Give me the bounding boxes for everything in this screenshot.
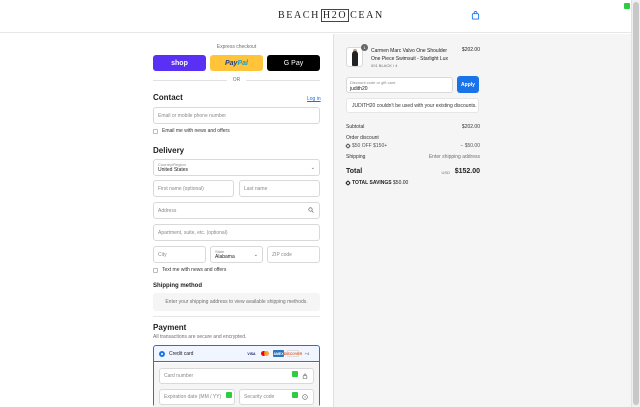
header: BEACH H2O CEAN — [0, 0, 640, 33]
total-label: Total — [346, 168, 363, 175]
shop-pay-button[interactable]: shop — [153, 55, 206, 71]
product-price: $202.00 — [461, 47, 480, 53]
payment-subtitle: All transactions are secure and encrypte… — [153, 334, 247, 340]
search-icon — [308, 207, 314, 213]
paypal-a: Pay — [225, 59, 238, 67]
discount-error-message: JUDITH20 couldn't be used with your exis… — [346, 98, 479, 113]
amex-icon: AMEX — [273, 350, 284, 357]
help-circle-icon[interactable]: ? — [302, 394, 308, 400]
radio-selected-icon[interactable] — [159, 351, 165, 357]
security-code-field[interactable]: Security code ? — [239, 389, 314, 405]
address-field[interactable]: Address — [153, 202, 320, 219]
lock-icon — [302, 373, 308, 379]
page-scrollbar[interactable] — [631, 0, 640, 407]
shipping-row: Shipping Enter shipping address — [346, 154, 480, 160]
google-pay-button[interactable]: G Pay — [267, 55, 320, 71]
currency-code: USD — [441, 170, 450, 175]
discount-value: judith20 — [350, 86, 368, 92]
city-field[interactable]: City — [153, 246, 206, 263]
discount-code-input[interactable]: Discount code or gift card judith20 — [346, 77, 453, 93]
or-divider: OR — [153, 76, 320, 84]
discount-label: Discount code or gift card — [350, 80, 396, 85]
product-thumbnail — [346, 47, 363, 67]
discount-amount: − $50.00 — [460, 143, 480, 149]
product-variant: 001 BLACK / 4 — [371, 63, 398, 68]
chevron-down-icon: ⌄ — [253, 252, 258, 258]
express-checkout-label: Express checkout — [216, 44, 257, 50]
checkbox-box[interactable] — [153, 267, 158, 273]
address-placeholder: Address — [158, 207, 177, 214]
svg-text:?: ? — [304, 395, 306, 399]
email-field[interactable]: Email or mobile phone number — [153, 107, 320, 124]
discover-icon: DISCOVER — [283, 350, 303, 357]
delivery-title: Delivery — [153, 146, 185, 155]
shipping-method-title: Shipping method — [153, 283, 202, 289]
autofill-indicator-icon — [292, 371, 298, 377]
section-divider — [153, 316, 320, 317]
savings-label: TOTAL SAVINGS — [352, 180, 392, 186]
credit-card-option[interactable]: Credit card VISA AMEX DISCOVER +4 — [154, 346, 319, 362]
country-select[interactable]: Country/Region United States ⌄ — [153, 159, 320, 176]
scrollbar-thumb[interactable] — [633, 2, 639, 405]
logo-mid: H2O — [320, 9, 350, 22]
email-news-checkbox[interactable]: Email me with news and offers — [153, 128, 230, 134]
quantity-badge: 1 — [361, 44, 368, 51]
discount-code-row: $50 OFF $150+ − $50.00 — [345, 142, 480, 149]
total-savings: TOTAL SAVINGS $50.00 — [345, 179, 409, 186]
shipping-value: Enter shipping address — [428, 154, 480, 160]
contact-title: Contact — [153, 93, 183, 102]
logo-left: BEACH — [278, 10, 320, 21]
card-number-field[interactable]: Card number — [159, 368, 314, 384]
total-value: $152.00 — [454, 168, 480, 175]
divider-line — [246, 80, 320, 81]
checkout-form: Express checkout shop Pay Pal G Pay OR Co… — [0, 34, 333, 407]
first-name-field[interactable]: First name (optional) — [153, 180, 234, 197]
mastercard-icon — [260, 350, 270, 357]
card-fields: Card number Expiration date (MM / YY) Se… — [154, 363, 319, 407]
apartment-field[interactable]: Apartment, suite, etc. (optional) — [153, 224, 320, 241]
text-news-label: Text me with news and offers — [162, 267, 227, 273]
security-code-placeholder: Security code — [244, 394, 275, 400]
subtotal-row: Subtotal $202.00 — [346, 124, 480, 130]
status-indicator-icon — [624, 3, 630, 9]
zip-field[interactable]: ZIP code — [267, 246, 320, 263]
discount-code: $50 OFF $150+ — [352, 143, 388, 149]
visa-icon: VISA — [247, 351, 256, 356]
logo-right: CEAN — [350, 10, 384, 21]
tag-icon — [345, 142, 351, 149]
credit-card-label: Credit card — [169, 351, 194, 357]
card-number-placeholder: Card number — [164, 373, 194, 379]
country-value: United States — [158, 167, 189, 173]
order-discount-label: Order discount — [346, 135, 379, 141]
chevron-down-icon: ⌄ — [310, 165, 315, 171]
shopping-bag-icon[interactable] — [471, 11, 480, 20]
shipping-label: Shipping — [346, 154, 366, 160]
payment-title: Payment — [153, 323, 187, 332]
autofill-indicator-icon — [292, 392, 298, 398]
order-discount-row: Order discount — [346, 135, 480, 141]
tag-icon — [345, 179, 351, 186]
autofill-indicator-icon — [226, 392, 232, 398]
expiration-field[interactable]: Expiration date (MM / YY) — [159, 389, 235, 405]
state-value: Alabama — [215, 254, 235, 260]
text-news-checkbox[interactable]: Text me with news and offers — [153, 267, 226, 273]
shipping-info-box: Enter your shipping address to view avai… — [153, 293, 320, 311]
state-select[interactable]: State Alabama ⌄ — [210, 246, 263, 263]
subtotal-label: Subtotal — [346, 124, 365, 130]
email-news-label: Email me with news and offers — [162, 128, 230, 134]
paypal-b: Pal — [237, 59, 248, 67]
subtotal-value: $202.00 — [461, 124, 480, 130]
paypal-button[interactable]: Pay Pal — [210, 55, 263, 71]
last-name-field[interactable]: Last name — [239, 180, 320, 197]
total-row: Total USD $152.00 — [346, 168, 480, 175]
savings-value: $50.00 — [393, 180, 409, 186]
more-brands-label: +4 — [304, 351, 310, 356]
apply-button[interactable]: Apply — [457, 76, 479, 93]
brand-logo[interactable]: BEACH H2O CEAN — [278, 9, 384, 22]
checkbox-box[interactable] — [153, 128, 158, 134]
login-link[interactable]: Log in — [307, 96, 321, 102]
